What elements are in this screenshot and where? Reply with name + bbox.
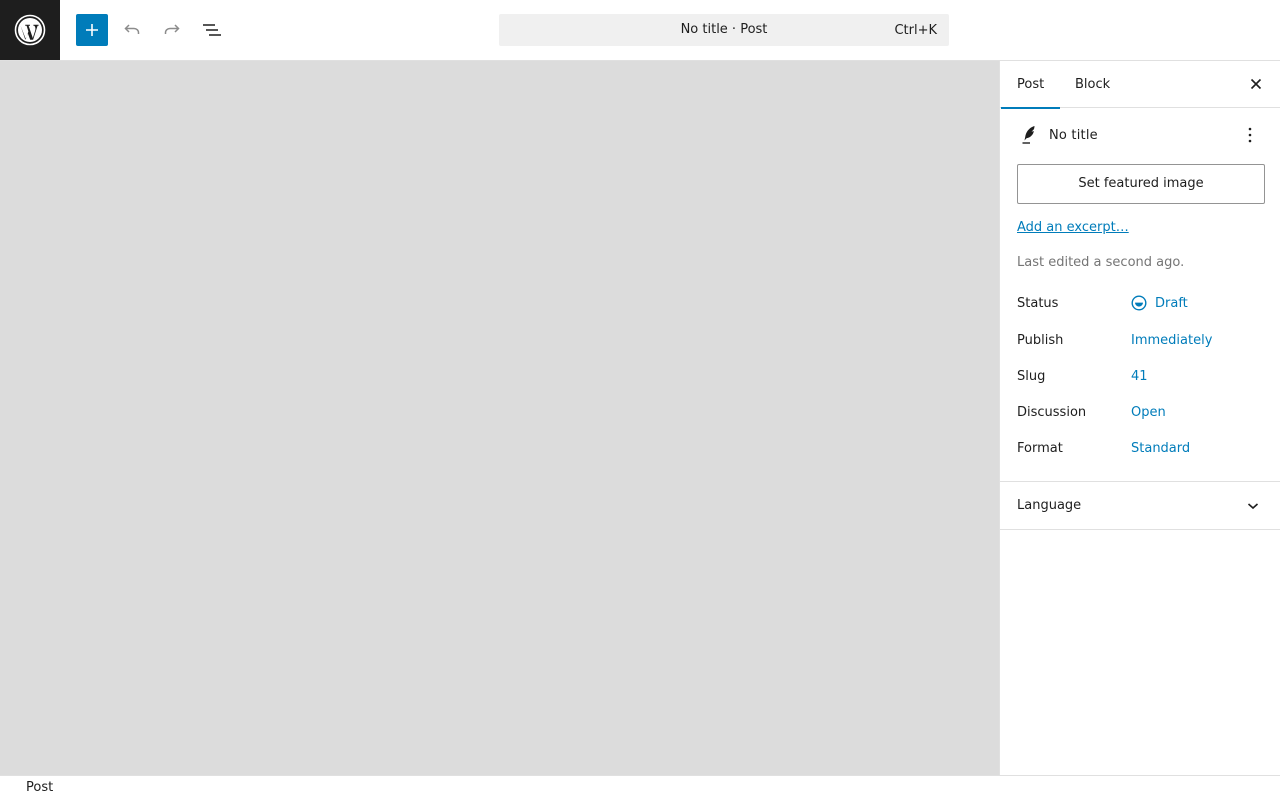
more-vertical-icon — [1248, 127, 1252, 143]
editor-canvas[interactable] — [0, 61, 999, 775]
tab-post[interactable]: Post — [1001, 61, 1061, 109]
plus-icon — [86, 24, 98, 36]
breadcrumb[interactable]: Post — [26, 780, 53, 795]
format-row: Format Standard — [1017, 441, 1265, 461]
language-panel-toggle[interactable]: Language — [1000, 482, 1280, 530]
last-edited-text: Last edited a second ago. — [1017, 255, 1185, 270]
editor-footer: Post — [0, 775, 1280, 800]
redo-button[interactable] — [156, 14, 188, 46]
tab-block[interactable]: Block — [1059, 61, 1126, 108]
divider — [1000, 529, 1280, 530]
publish-row: Publish Immediately — [1017, 333, 1265, 353]
wordpress-logo-button[interactable] — [0, 0, 60, 60]
close-icon — [1250, 78, 1262, 90]
post-actions-button[interactable] — [1240, 125, 1260, 145]
wordpress-logo-icon — [14, 14, 46, 46]
list-view-button[interactable] — [196, 14, 228, 46]
close-sidebar-button[interactable] — [1244, 72, 1268, 96]
slug-label: Slug — [1017, 369, 1046, 384]
set-featured-image-button[interactable]: Set featured image — [1017, 164, 1265, 204]
discussion-row: Discussion Open — [1017, 405, 1265, 425]
editor-header: No title · Post Ctrl+K — [0, 0, 1280, 61]
command-palette-trigger[interactable]: No title · Post Ctrl+K — [499, 14, 949, 46]
document-title: No title · Post — [680, 22, 768, 37]
slug-row: Slug 41 — [1017, 369, 1265, 389]
undo-button[interactable] — [116, 14, 148, 46]
list-view-icon — [203, 24, 221, 36]
format-label: Format — [1017, 441, 1063, 456]
draft-status-icon — [1131, 295, 1147, 311]
format-value-button[interactable]: Standard — [1131, 441, 1190, 456]
status-value-button[interactable]: Draft — [1155, 296, 1188, 311]
redo-icon — [164, 24, 180, 34]
language-label: Language — [1017, 498, 1082, 513]
add-block-button[interactable] — [76, 14, 108, 46]
sidebar-tabs: Post Block — [1000, 61, 1280, 109]
status-row: Status Draft — [1017, 295, 1265, 316]
post-title: No title — [1049, 128, 1098, 143]
language-chevron — [1245, 498, 1261, 514]
status-label: Status — [1017, 296, 1059, 311]
settings-sidebar: Post Block No title Set featured image A… — [999, 61, 1280, 775]
feather-post-icon — [1022, 126, 1035, 144]
discussion-label: Discussion — [1017, 405, 1087, 420]
slug-value-button[interactable]: 41 — [1131, 369, 1148, 384]
discussion-value-button[interactable]: Open — [1131, 405, 1166, 420]
chevron-down-icon — [1247, 503, 1259, 510]
publish-label: Publish — [1017, 333, 1064, 348]
publish-value-button[interactable]: Immediately — [1131, 333, 1212, 348]
add-excerpt-link[interactable]: Add an excerpt… — [1017, 220, 1129, 235]
undo-icon — [124, 24, 140, 34]
command-shortcut: Ctrl+K — [894, 23, 937, 38]
post-card: No title — [1000, 108, 1280, 166]
